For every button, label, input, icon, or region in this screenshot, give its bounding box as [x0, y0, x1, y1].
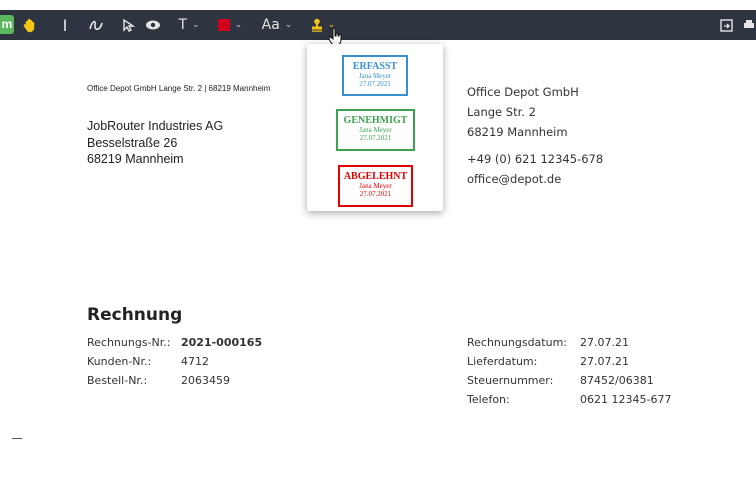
field-value: 0621 12345-677	[580, 393, 672, 406]
hand-icon[interactable]	[20, 10, 40, 40]
chevron-down-icon: ⌄	[284, 20, 293, 30]
field-label: Steuernummer:	[467, 374, 554, 387]
stamp-title: GENEHMIGT	[343, 115, 408, 126]
field-value: 2063459	[181, 374, 230, 387]
font-icon: Aa	[261, 17, 280, 33]
recipient-line: 68219 Mannheim	[87, 152, 184, 166]
color-dropdown[interactable]: ⌄	[212, 10, 248, 40]
field-value: 27.07.21	[580, 336, 629, 349]
stamp-name: Jana Meyer	[359, 182, 392, 190]
field-value: 27.07.21	[580, 355, 629, 368]
document-title: Rechnung	[87, 305, 183, 325]
chevron-down-icon: ⌄	[234, 20, 243, 30]
field-value: 87452/06381	[580, 374, 654, 387]
stamp-erfasst[interactable]: ERFASST Jana Meyer 27.07.2021	[342, 55, 408, 96]
stamp-icon	[311, 18, 322, 32]
field-label: Rechnungsdatum:	[467, 336, 567, 349]
print-icon[interactable]	[742, 10, 756, 40]
chevron-down-icon: ⌄	[192, 20, 200, 30]
recipient-line: JobRouter Industries AG	[87, 119, 224, 133]
field-value: 4712	[181, 355, 209, 368]
stamp-abgelehnt[interactable]: ABGELEHNT Jana Meyer 27.07.2021	[338, 165, 413, 207]
company-line: Office Depot GmbH	[467, 85, 579, 99]
recipient-line: Besselstraße 26	[87, 136, 178, 150]
stamp-date: 27.07.2021	[359, 190, 392, 198]
text-tool-dropdown[interactable]: T ⌄	[170, 10, 208, 40]
field-label: Telefon:	[467, 393, 510, 406]
field-label: Kunden-Nr.:	[87, 355, 152, 368]
contact-phone: +49 (0) 621 12345-678	[467, 152, 604, 166]
stamp-name: Jana Meyer	[358, 72, 392, 80]
font-size-dropdown[interactable]: Aa ⌄	[254, 10, 300, 40]
company-line: Lange Str. 2	[467, 105, 536, 119]
eye-icon[interactable]	[142, 10, 164, 40]
mode-badge[interactable]: m	[0, 15, 14, 34]
export-icon[interactable]	[716, 10, 736, 40]
stamp-genehmigt[interactable]: GENEHMIGT Jana Meyer 27.07.2021	[336, 109, 415, 151]
color-icon	[217, 19, 230, 31]
stamp-title: ABGELEHNT	[343, 171, 408, 182]
field-label: Bestell-Nr.:	[87, 374, 148, 387]
text-icon: T	[178, 17, 187, 33]
sender-line: Office Depot GmbH Lange Str. 2 | 68219 M…	[87, 84, 271, 93]
fold-mark	[12, 438, 22, 439]
stamp-date: 27.07.2021	[359, 80, 391, 88]
stamp-title: ERFASST	[352, 61, 398, 72]
stamp-date: 27.07.2021	[359, 134, 392, 142]
stamp-name: Jana Meyer	[359, 126, 392, 134]
freehand-icon[interactable]	[85, 10, 107, 40]
contact-email: office@depot.de	[467, 172, 562, 186]
annotation-toolbar: m I T ⌄ ⌄ Aa ⌄ ⌄	[0, 10, 756, 40]
field-label: Lieferdatum:	[467, 355, 538, 368]
company-line: 68219 Mannheim	[467, 125, 568, 139]
field-label: Rechnungs-Nr.:	[87, 336, 171, 349]
field-value: 2021-000165	[181, 336, 263, 349]
stamp-menu: ERFASST Jana Meyer 27.07.2021 GENEHMIGT …	[307, 44, 443, 211]
select-arrow-icon[interactable]	[118, 10, 138, 40]
text-cursor-icon[interactable]: I	[55, 10, 75, 40]
